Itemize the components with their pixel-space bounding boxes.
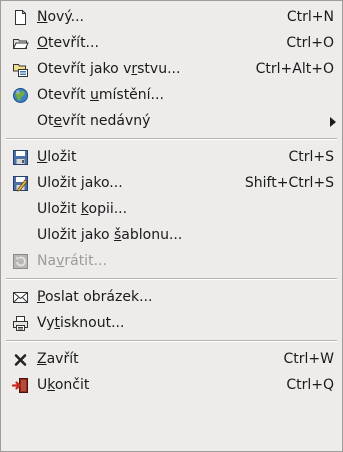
menu-item-open-recent[interactable]: Otevřít nedávný [1,108,342,134]
menu-item-label: Vytisknout... [37,315,125,331]
menu-item-send-image[interactable]: Poslat obrázek... [1,284,342,310]
print-icon [12,315,29,332]
menu-item-print[interactable]: Vytisknout... [1,310,342,336]
close-icon [12,351,29,368]
shortcut-label: Ctrl+W [283,351,334,367]
save-as-icon [12,175,29,192]
file-menu: Nový... Ctrl+N Otevřít... Ctrl+O Otevřít… [0,0,343,452]
menu-item-save-copy[interactable]: Uložit kopii... [1,196,342,222]
menu-item-label: Otevřít jako vrstvu... [37,61,181,77]
folder-open-icon [12,35,29,52]
menu-item-quit[interactable]: Ukončit Ctrl+Q [1,372,342,398]
shortcut-label: Ctrl+N [286,9,334,25]
menu-separator [1,274,342,284]
menu-item-label: Poslat obrázek... [37,289,153,305]
shortcut-label: Shift+Ctrl+S [244,175,334,191]
menu-item-label: Zavřít [37,351,79,367]
shortcut-label: Ctrl+S [288,149,334,165]
menu-item-label: Ukončit [37,377,90,393]
new-document-icon [12,9,29,26]
menu-item-label: Nový... [37,9,84,25]
menu-item-revert: Navrátit... [1,248,342,274]
menu-item-label: Uložit kopii... [37,201,128,217]
save-icon [12,149,29,166]
quit-icon [12,377,29,394]
menu-item-save-as[interactable]: Uložit jako... Shift+Ctrl+S [1,170,342,196]
mail-icon [12,289,29,306]
menu-item-label: Otevřít umístění... [37,87,164,103]
revert-icon [12,253,29,270]
menu-item-label: Otevřít... [37,35,99,51]
menu-item-label: Uložit jako... [37,175,123,191]
menu-item-save[interactable]: Uložit Ctrl+S [1,144,342,170]
shortcut-label: Ctrl+Q [286,377,334,393]
menu-item-label: Uložit [37,149,77,165]
menu-item-open[interactable]: Otevřít... Ctrl+O [1,30,342,56]
menu-item-open-as-layers[interactable]: Otevřít jako vrstvu... Ctrl+Alt+O [1,56,342,82]
menu-item-label: Otevřít nedávný [37,113,151,129]
menu-item-label: Navrátit... [37,253,107,269]
submenu-arrow-icon [330,117,336,127]
menu-separator [1,134,342,144]
open-as-layers-icon [12,61,29,78]
menu-item-new[interactable]: Nový... Ctrl+N [1,4,342,30]
menu-item-open-location[interactable]: Otevřít umístění... [1,82,342,108]
menu-separator [1,336,342,346]
shortcut-label: Ctrl+O [286,35,334,51]
shortcut-label: Ctrl+Alt+O [255,61,334,77]
globe-icon [12,87,29,104]
menu-item-save-as-template[interactable]: Uložit jako šablonu... [1,222,342,248]
menu-item-close[interactable]: Zavřít Ctrl+W [1,346,342,372]
menu-item-label: Uložit jako šablonu... [37,227,183,243]
